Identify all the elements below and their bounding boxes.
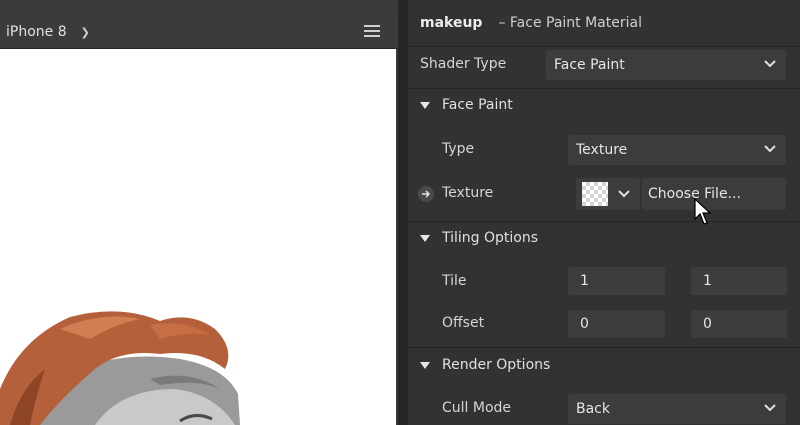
section-tiling-label: Tiling Options: [442, 230, 539, 246]
type-value: Texture: [576, 142, 628, 158]
type-label: Type: [442, 141, 475, 157]
chevron-down-icon: [764, 404, 776, 412]
divider: [408, 88, 800, 89]
cull-mode-value: Back: [576, 401, 610, 417]
section-render-label: Render Options: [442, 357, 551, 373]
texture-label: Texture: [442, 185, 494, 201]
section-tiling-options[interactable]: Tiling Options: [420, 230, 538, 246]
tile-x-input[interactable]: 1: [568, 267, 665, 295]
preview-toolbar: iPhone 8 ❯: [0, 16, 398, 49]
preview-canvas[interactable]: [0, 49, 396, 425]
divider: [408, 221, 800, 222]
cull-mode-dropdown[interactable]: Back: [568, 394, 786, 424]
collapse-triangle-icon: [420, 234, 430, 242]
panel-divider[interactable]: [398, 0, 408, 425]
collapse-triangle-icon: [420, 361, 430, 369]
section-face-paint-label: Face Paint: [442, 97, 513, 113]
link-arrow-icon[interactable]: [418, 186, 434, 202]
choose-file-button[interactable]: Choose File...: [642, 178, 786, 210]
face-preview-image: [0, 311, 240, 425]
divider: [408, 46, 800, 47]
shader-type-dropdown[interactable]: Face Paint: [546, 50, 786, 80]
texture-swatch[interactable]: [576, 178, 640, 210]
chevron-down-icon: ❯: [80, 25, 90, 39]
inspector-title: makeup – Face Paint Material: [408, 0, 800, 46]
preview-panel: iPhone 8 ❯: [0, 0, 398, 425]
offset-x-value: 0: [580, 316, 589, 332]
section-face-paint[interactable]: Face Paint: [420, 97, 513, 113]
tile-y-input[interactable]: 1: [691, 267, 787, 295]
tile-label: Tile: [442, 273, 467, 289]
device-select[interactable]: iPhone 8 ❯: [0, 16, 96, 48]
tile-y-value: 1: [703, 273, 712, 289]
offset-y-input[interactable]: 0: [691, 310, 787, 338]
hamburger-menu-icon[interactable]: [364, 25, 380, 40]
material-name: makeup: [420, 15, 483, 31]
chevron-down-icon: [764, 60, 776, 68]
mouse-cursor-icon: [694, 198, 712, 225]
chevron-down-icon: [764, 145, 776, 153]
cull-mode-label: Cull Mode: [442, 400, 512, 416]
chevron-down-icon: [618, 190, 630, 198]
offset-label: Offset: [442, 315, 485, 331]
tile-x-value: 1: [580, 273, 589, 289]
device-select-label: iPhone 8: [6, 24, 67, 40]
collapse-triangle-icon: [420, 101, 430, 109]
shader-type-value: Face Paint: [554, 57, 625, 73]
offset-y-value: 0: [703, 316, 712, 332]
offset-x-input[interactable]: 0: [568, 310, 665, 338]
transparent-checker-icon: [582, 182, 608, 206]
type-dropdown[interactable]: Texture: [568, 135, 786, 165]
shader-type-label: Shader Type: [420, 56, 507, 72]
material-inspector: makeup – Face Paint Material Shader Type…: [408, 0, 800, 425]
divider: [408, 347, 800, 348]
material-type-label: – Face Paint Material: [498, 15, 642, 31]
section-render-options[interactable]: Render Options: [420, 357, 550, 373]
